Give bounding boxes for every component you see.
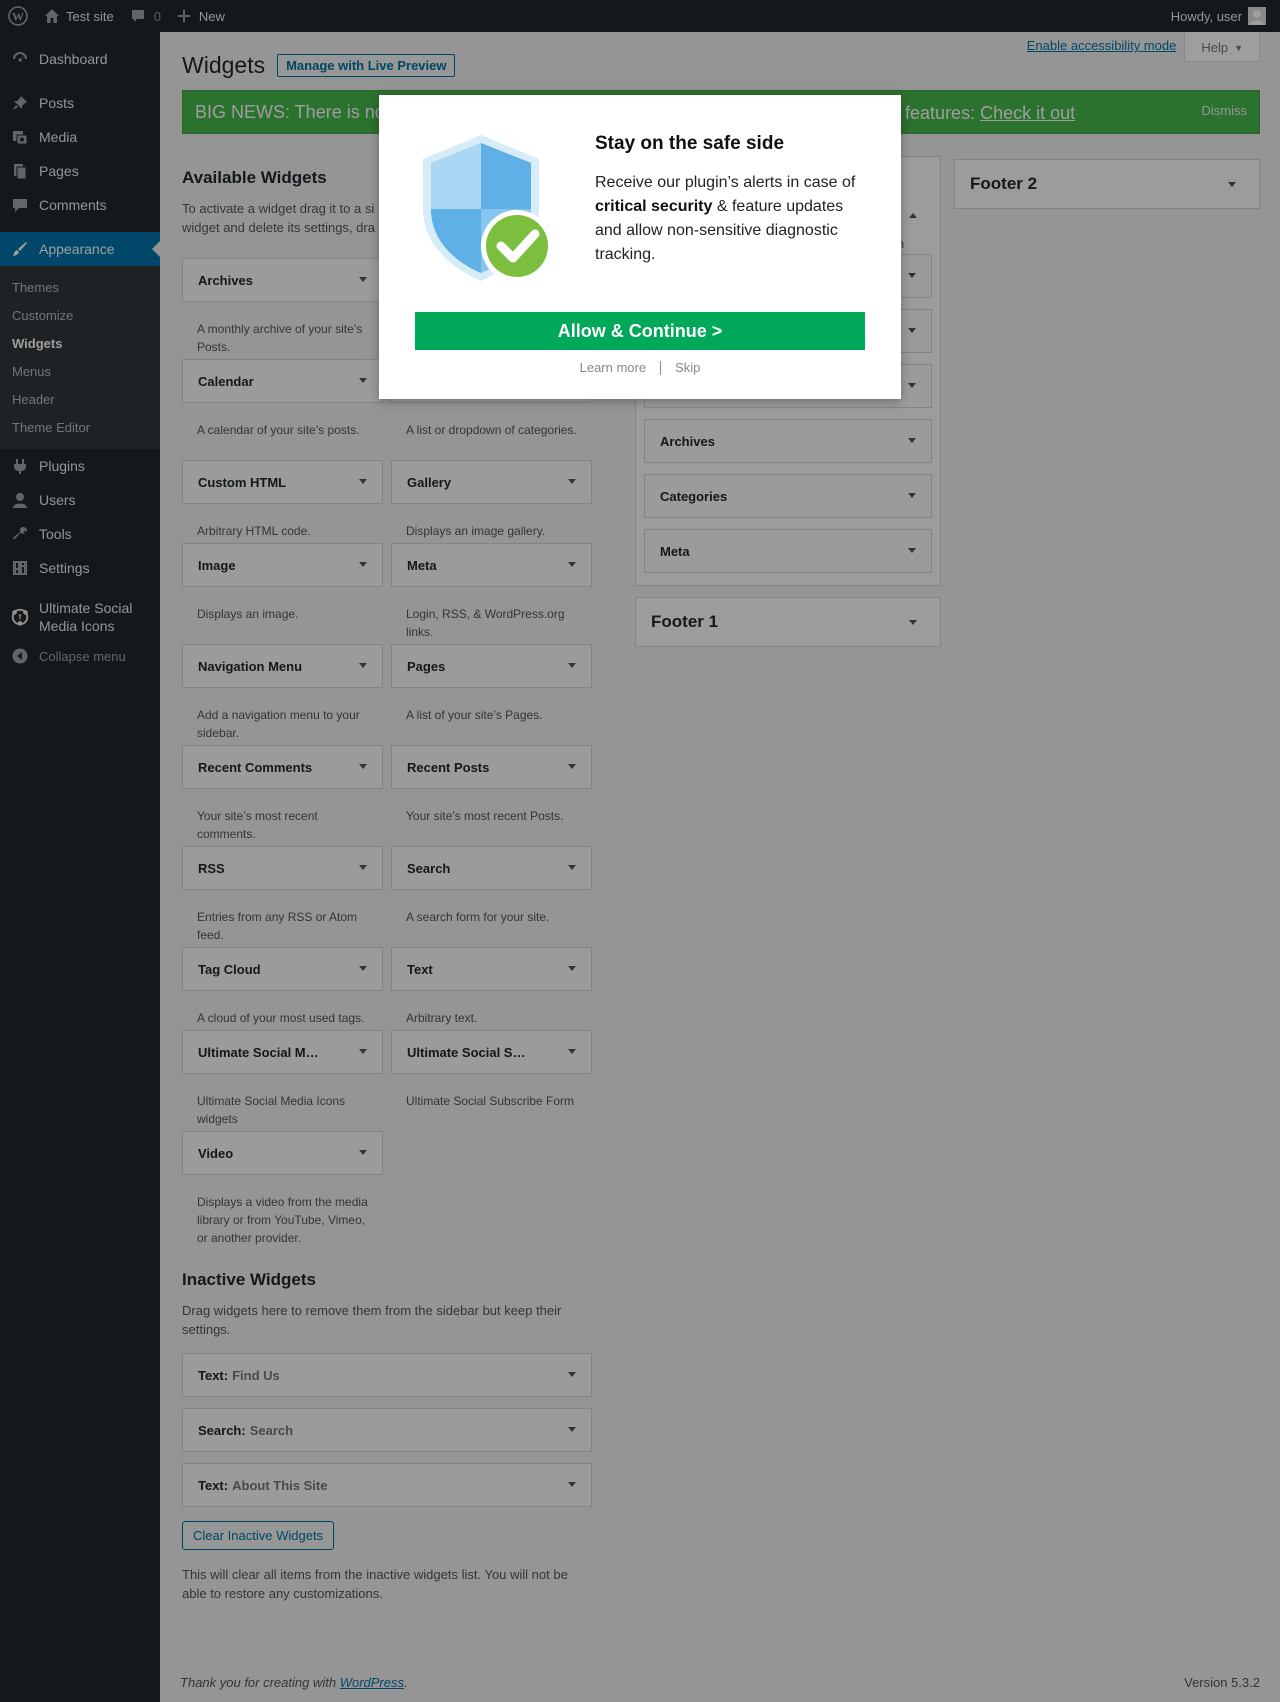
modal-text: Receive our plugin’s alerts in case of c… xyxy=(595,171,865,267)
skip-link[interactable]: Skip xyxy=(675,360,700,375)
optin-modal: Stay on the safe side Receive our plugin… xyxy=(379,95,901,399)
link-divider xyxy=(660,361,662,375)
allow-continue-button[interactable]: Allow & Continue > xyxy=(415,312,865,350)
modal-links: Learn more Skip xyxy=(379,360,901,375)
modal-text-bold: critical security xyxy=(595,198,713,215)
modal-title: Stay on the safe side xyxy=(595,133,785,154)
modal-text-1: Receive our plugin’s alerts in case of xyxy=(595,174,856,191)
security-shield-icon xyxy=(423,135,553,282)
learn-more-link[interactable]: Learn more xyxy=(580,360,646,375)
